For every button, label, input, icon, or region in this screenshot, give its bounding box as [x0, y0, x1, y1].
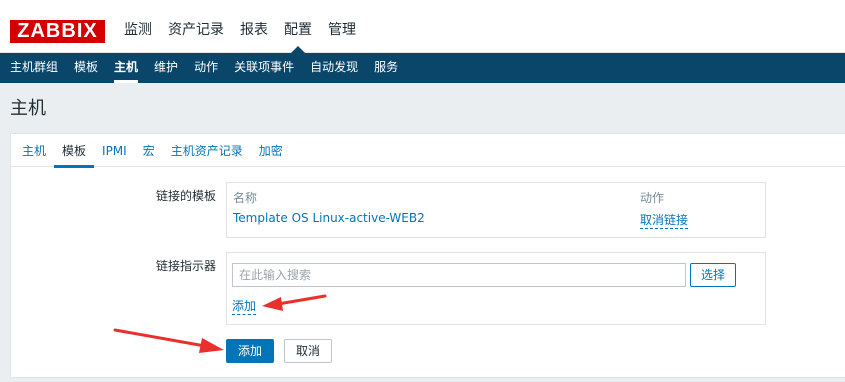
column-header-action: 动作: [640, 191, 665, 205]
subnav-actions[interactable]: 动作: [186, 53, 226, 83]
menu-item-reports[interactable]: 报表: [232, 0, 276, 53]
menu-item-configuration[interactable]: 配置: [276, 0, 320, 53]
subnav-discovery[interactable]: 自动发现: [302, 53, 366, 83]
subnav-hosts[interactable]: 主机: [106, 53, 146, 83]
subnav-maintenance[interactable]: 维护: [146, 53, 186, 83]
tab-macros[interactable]: 宏: [135, 134, 163, 167]
tab-templates[interactable]: 模板: [54, 134, 95, 168]
top-header: ZABBIX 监测 资产记录 报表 配置 管理: [0, 0, 845, 53]
subnav-services[interactable]: 服务: [366, 53, 406, 83]
host-form-card: 主机 模板 IPMI 宏 主机资产记录 加密 链接的模板 名称 动作 Templ…: [10, 133, 845, 378]
menu-item-inventory[interactable]: 资产记录: [160, 0, 232, 53]
select-template-button[interactable]: 选择: [690, 263, 736, 287]
cancel-button[interactable]: 取消: [284, 339, 332, 363]
subnav-host-groups[interactable]: 主机群组: [2, 53, 66, 83]
template-name-link[interactable]: Template OS Linux-active-WEB2: [233, 211, 425, 225]
linked-templates-label: 链接的模板: [155, 189, 216, 203]
link-indicator-box: 在此输入搜索 选择 添加: [226, 252, 766, 325]
tab-encryption[interactable]: 加密: [251, 134, 291, 167]
sub-navigation: 主机群组 模板 主机 维护 动作 关联项事件 自动发现 服务: [0, 53, 845, 83]
template-search-input[interactable]: 在此输入搜索: [232, 263, 686, 287]
main-menu: 监测 资产记录 报表 配置 管理: [116, 0, 364, 53]
tab-host[interactable]: 主机: [14, 134, 54, 167]
menu-item-monitoring[interactable]: 监测: [116, 0, 160, 53]
linked-templates-table: 名称 动作 Template OS Linux-active-WEB2 取消链接: [226, 182, 766, 238]
column-header-name: 名称: [233, 191, 258, 205]
subnav-templates[interactable]: 模板: [66, 53, 106, 83]
add-template-link[interactable]: 添加: [232, 297, 257, 315]
subnav-correlation[interactable]: 关联项事件: [226, 53, 302, 83]
menu-item-administration[interactable]: 管理: [320, 0, 364, 53]
form-tabs: 主机 模板 IPMI 宏 主机资产记录 加密: [11, 134, 845, 168]
tab-inventory[interactable]: 主机资产记录: [163, 134, 251, 167]
tab-ipmi[interactable]: IPMI: [94, 134, 135, 167]
add-button[interactable]: 添加: [226, 339, 274, 363]
link-indicator-label: 链接指示器: [155, 259, 216, 273]
unlink-template-link[interactable]: 取消链接: [640, 211, 689, 229]
zabbix-logo[interactable]: ZABBIX: [10, 20, 105, 43]
page-title: 主机: [10, 98, 46, 119]
